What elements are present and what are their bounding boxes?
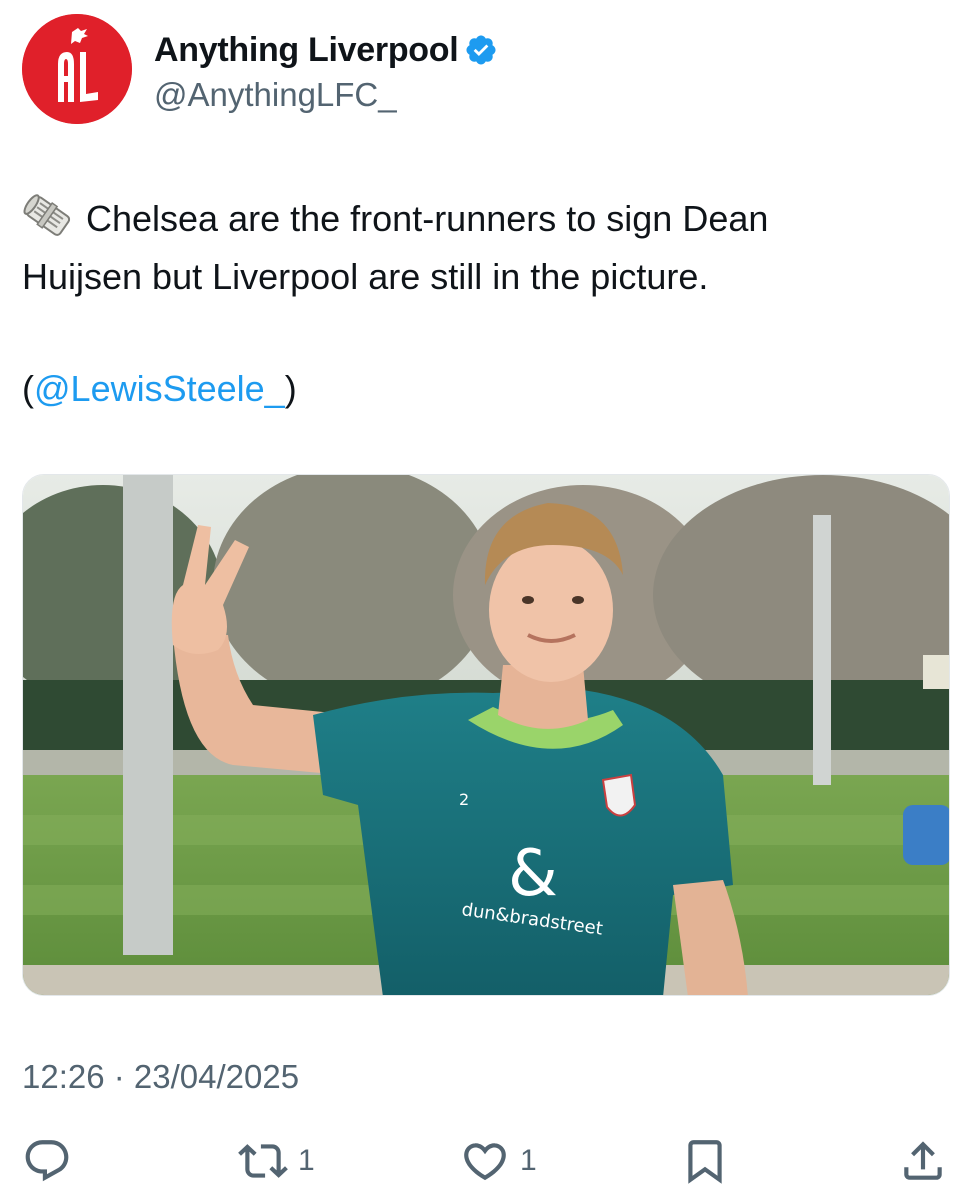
newspaper-icon	[22, 193, 74, 239]
sponsor-symbol: &	[508, 837, 558, 911]
tweet-text-line2: Huijsen but Liverpool are still in the p…	[22, 256, 709, 297]
avatar[interactable]	[22, 14, 132, 124]
mention-open-paren: (	[22, 368, 34, 409]
liverbird-logo-icon	[22, 14, 132, 124]
retweet-count: 1	[298, 1144, 315, 1177]
bookmark-button[interactable]	[680, 1136, 730, 1186]
name-row: Anything Liverpool	[154, 28, 498, 72]
reply-button[interactable]	[22, 1136, 82, 1186]
tweet-text-line-1: Chelsea are the front-runners to sign De…	[22, 190, 952, 248]
mention-close-paren: )	[284, 368, 297, 409]
retweet-button[interactable]: 1	[238, 1136, 315, 1186]
share-icon	[904, 1141, 942, 1180]
display-name[interactable]: Anything Liverpool	[154, 31, 459, 70]
mention-line: (@LewisSteele_)	[22, 360, 297, 418]
shirt-number: 2	[459, 790, 469, 809]
verified-badge-icon	[464, 33, 498, 67]
handle[interactable]: @AnythingLFC_	[154, 76, 397, 114]
heart-icon	[464, 1143, 506, 1181]
like-button[interactable]: 1	[460, 1136, 537, 1186]
tweet-header: Anything Liverpool @AnythingLFC_	[22, 14, 952, 126]
tweet-text-line1: Chelsea are the front-runners to sign De…	[86, 198, 769, 239]
timestamp[interactable]: 12:26 · 23/04/2025	[22, 1058, 299, 1096]
bookmark-icon	[688, 1140, 722, 1184]
tweet-photo[interactable]: & dun&bradstreet 2	[22, 474, 950, 996]
mention-link[interactable]: @LewisSteele_	[34, 368, 285, 409]
retweet-icon	[238, 1144, 288, 1178]
action-bar: 1 1	[0, 1124, 972, 1194]
share-button[interactable]	[898, 1136, 948, 1186]
reply-icon	[25, 1140, 69, 1182]
like-count: 1	[520, 1144, 537, 1177]
player-photo: & dun&bradstreet 2	[23, 475, 949, 995]
tweet-text: Chelsea are the front-runners to sign De…	[22, 190, 952, 306]
